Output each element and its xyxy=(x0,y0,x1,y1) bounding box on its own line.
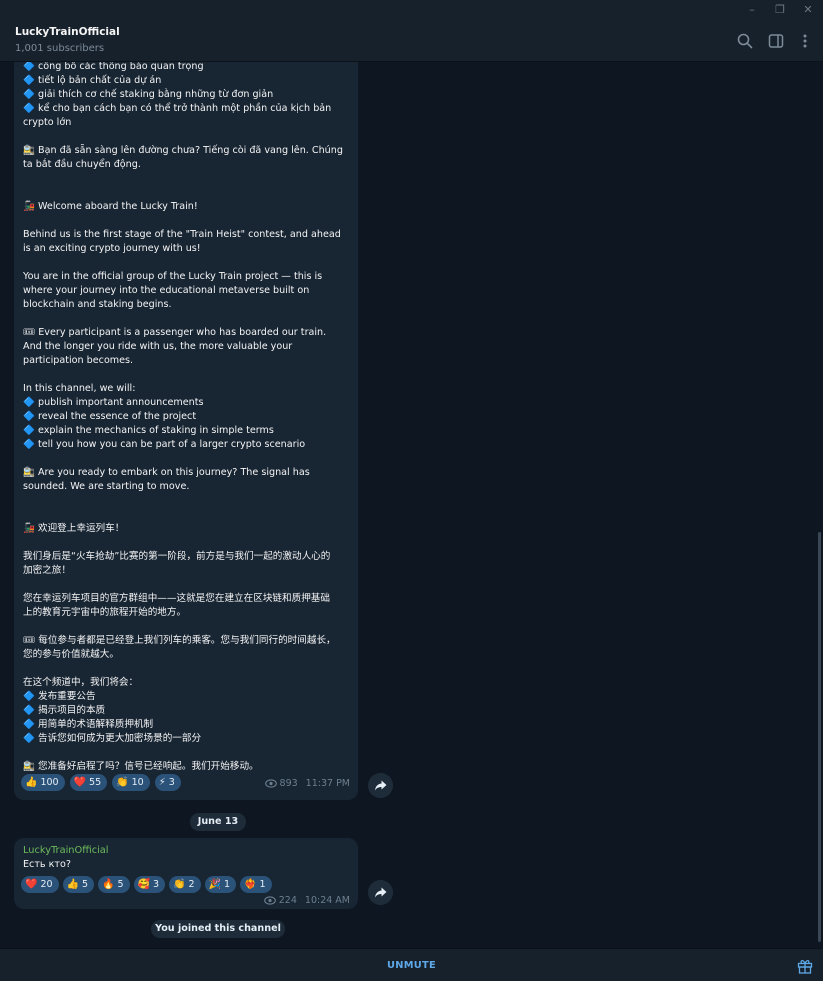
reaction-count: 1 xyxy=(224,879,231,890)
reaction-chip[interactable]: 👍 100 xyxy=(21,774,65,791)
reaction-emoji: 🔥 xyxy=(102,878,115,890)
eye-icon xyxy=(264,779,277,788)
reaction-chip[interactable]: 🥰 3 xyxy=(133,876,166,893)
reaction-chip[interactable]: ❤️ 55 xyxy=(69,774,108,791)
reaction-chip[interactable]: 🎉 1 xyxy=(204,876,237,893)
post-text: Есть кто? xyxy=(23,859,71,870)
restore-button[interactable]: ❐ xyxy=(766,0,794,20)
reaction-emoji: ❤️‍🔥 xyxy=(244,878,257,890)
post-time: 11:37 PM xyxy=(305,778,350,789)
channel-title: LuckyTrainOfficial xyxy=(15,26,120,38)
reaction-emoji: 🎉 xyxy=(208,878,221,890)
reaction-emoji: ⚡ xyxy=(158,776,166,788)
view-count: 224 xyxy=(278,895,297,906)
reaction-count: 5 xyxy=(117,879,124,890)
scrollbar-thumb[interactable] xyxy=(818,532,821,942)
reaction-emoji: 👏 xyxy=(116,776,129,788)
bottom-bar: UNMUTE xyxy=(0,948,823,981)
reaction-emoji: 👍 xyxy=(66,878,79,890)
channel-post[interactable]: LuckyTrainOfficial Есть кто? ❤️ 20 👍 5 🔥 5 … xyxy=(14,838,358,909)
chat-header[interactable]: LuckyTrainOfficial 1,001 subscribers xyxy=(0,20,823,62)
post-text: 🔷 công bố các thông báo quan trọng 🔷 tiế… xyxy=(23,62,343,772)
reaction-chip[interactable]: 🔥 5 xyxy=(98,876,130,893)
more-vertical-icon[interactable] xyxy=(796,32,814,50)
reaction-count: 10 xyxy=(131,777,144,788)
reaction-count: 2 xyxy=(188,879,195,890)
post-time: 10:24 AM xyxy=(304,895,350,906)
reaction-count: 3 xyxy=(168,777,175,788)
reaction-bar: ❤️ 20 👍 5 🔥 5 🥰 3 👏 2 🎉 1 ❤️‍🔥 1 xyxy=(21,876,272,893)
reaction-emoji: 🥰 xyxy=(137,878,150,890)
search-icon[interactable] xyxy=(736,32,754,50)
post-meta: 893 11:37 PM xyxy=(264,778,350,789)
reaction-emoji: ❤️ xyxy=(25,878,38,890)
reaction-chip[interactable]: 👏 2 xyxy=(169,876,201,893)
share-arrow-icon[interactable] xyxy=(368,773,393,798)
sidebar-toggle-icon[interactable] xyxy=(767,32,785,50)
post-sender[interactable]: LuckyTrainOfficial xyxy=(23,845,109,856)
gift-icon[interactable] xyxy=(796,957,814,975)
reaction-count: 5 xyxy=(82,879,89,890)
reaction-count: 20 xyxy=(40,879,53,890)
reaction-chip[interactable]: 👏 10 xyxy=(112,774,150,791)
close-button[interactable]: ✕ xyxy=(794,0,822,20)
view-count: 893 xyxy=(279,778,298,789)
message-list[interactable]: 🔷 công bố các thông báo quan trọng 🔷 tiế… xyxy=(0,62,816,948)
date-separator: June 13 xyxy=(190,813,246,831)
reaction-chip[interactable]: ❤️‍🔥 1 xyxy=(240,876,272,893)
channel-post[interactable]: 🔷 công bố các thông báo quan trọng 🔷 tiế… xyxy=(14,62,358,800)
reaction-chip[interactable]: ❤️ 20 xyxy=(21,876,59,893)
service-message: You joined this channel xyxy=(151,920,285,938)
reaction-emoji: 👏 xyxy=(173,878,186,890)
reaction-count: 55 xyxy=(89,777,102,788)
subscriber-count: 1,001 subscribers xyxy=(15,43,105,54)
reaction-count: 100 xyxy=(40,777,59,788)
reaction-chip[interactable]: ⚡ 3 xyxy=(154,774,181,791)
minimize-button[interactable]: – xyxy=(738,0,766,20)
reaction-emoji: 👍 xyxy=(25,776,38,788)
reaction-count: 1 xyxy=(259,879,266,890)
reaction-bar: 👍 100 ❤️ 55 👏 10 ⚡ 3 xyxy=(21,774,181,791)
unmute-button[interactable]: UNMUTE xyxy=(0,949,823,981)
share-arrow-icon[interactable] xyxy=(368,880,393,905)
reaction-chip[interactable]: 👍 5 xyxy=(62,876,95,893)
chat-scrollbar[interactable] xyxy=(816,62,823,948)
post-meta: 224 10:24 AM xyxy=(263,895,350,906)
reaction-count: 3 xyxy=(153,879,160,890)
eye-icon xyxy=(263,896,276,905)
window-titlebar: – ❐ ✕ xyxy=(0,0,823,20)
reaction-emoji: ❤️ xyxy=(73,776,87,788)
